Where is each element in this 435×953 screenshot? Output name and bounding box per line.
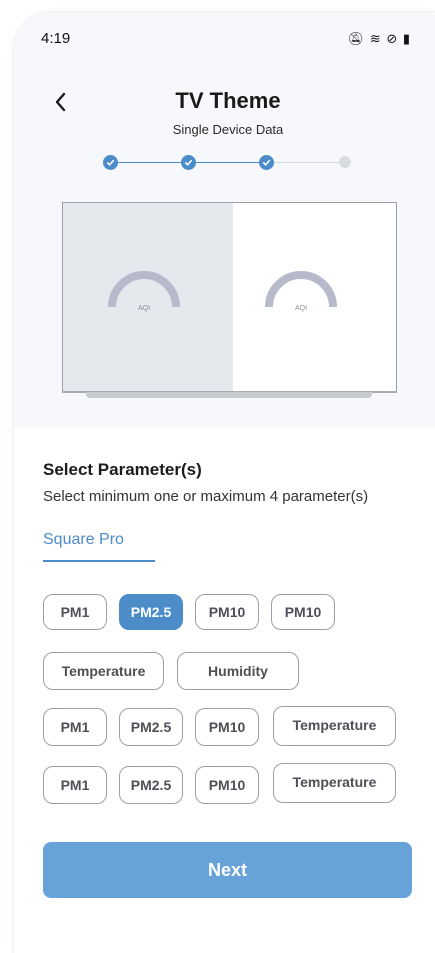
chip-pm10[interactable]: PM10 — [195, 708, 259, 746]
chip-pm10[interactable]: PM10 — [271, 594, 335, 630]
section-title: Select Parameter(s) — [43, 460, 202, 479]
app-window: 4:19 🔕︎ ≋ ⊘ ▮ TV Theme Single Device Dat… — [14, 12, 435, 953]
battery-icon: ▮ — [402, 31, 411, 46]
tv-stand — [86, 392, 372, 398]
step-3-complete — [259, 155, 274, 170]
chip-pm1[interactable]: PM1 — [43, 594, 107, 630]
screen: 4:19 🔕︎ ≋ ⊘ ▮ TV Theme Single Device Dat… — [0, 0, 435, 953]
stepper-line-1 — [111, 162, 183, 163]
gauge-right-label: AQI — [294, 305, 308, 312]
step-1-complete — [103, 155, 118, 170]
chip-pm10[interactable]: PM10 — [195, 766, 259, 804]
dnd-icon: ⊘ — [386, 31, 399, 46]
chip-pm25[interactable]: PM2.5 — [119, 708, 183, 746]
chip-pm25[interactable]: PM2.5 — [119, 766, 183, 804]
wifi-icon: ≋ — [369, 31, 382, 46]
page-title: TV Theme — [175, 88, 281, 113]
chip-humidity[interactable]: Humidity — [177, 652, 299, 690]
next-button[interactable]: Next — [43, 842, 412, 898]
mute-icon: 🔕︎ — [347, 31, 366, 46]
section-subtitle: Select minimum one or maximum 4 paramete… — [43, 488, 369, 505]
stepper-line-3 — [267, 162, 341, 163]
chip-pm1[interactable]: PM1 — [43, 766, 107, 804]
check-icon — [262, 159, 271, 166]
gauge-right: AQI — [264, 271, 338, 312]
step-2-complete — [181, 155, 196, 170]
chip-pm1[interactable]: PM1 — [43, 708, 107, 746]
tab-square-pro[interactable]: Square Pro — [43, 531, 124, 549]
chip-temperature[interactable]: Temperature — [273, 763, 396, 803]
stepper-line-2 — [189, 162, 261, 163]
progress-stepper — [99, 152, 359, 174]
check-icon — [106, 159, 115, 166]
gauge-left-label: AQI — [137, 305, 151, 312]
gauge-left: AQI — [107, 271, 181, 312]
chip-temperature[interactable]: Temperature — [43, 652, 164, 690]
chip-pm25[interactable]: PM2.5 — [119, 594, 183, 630]
chip-pm10[interactable]: PM10 — [195, 594, 259, 630]
status-time: 4:19 — [41, 30, 71, 47]
check-icon — [184, 159, 193, 166]
chip-temperature[interactable]: Temperature — [273, 706, 396, 746]
status-bar: 4:19 🔕︎ ≋ ⊘ ▮ — [41, 28, 411, 52]
step-4-pending — [339, 156, 351, 168]
page-subtitle: Single Device Data — [172, 122, 284, 137]
tv-preview: AQI AQI — [62, 202, 397, 392]
tab-underline — [43, 560, 155, 562]
status-icons: 🔕︎ ≋ ⊘ ▮ — [348, 31, 411, 47]
